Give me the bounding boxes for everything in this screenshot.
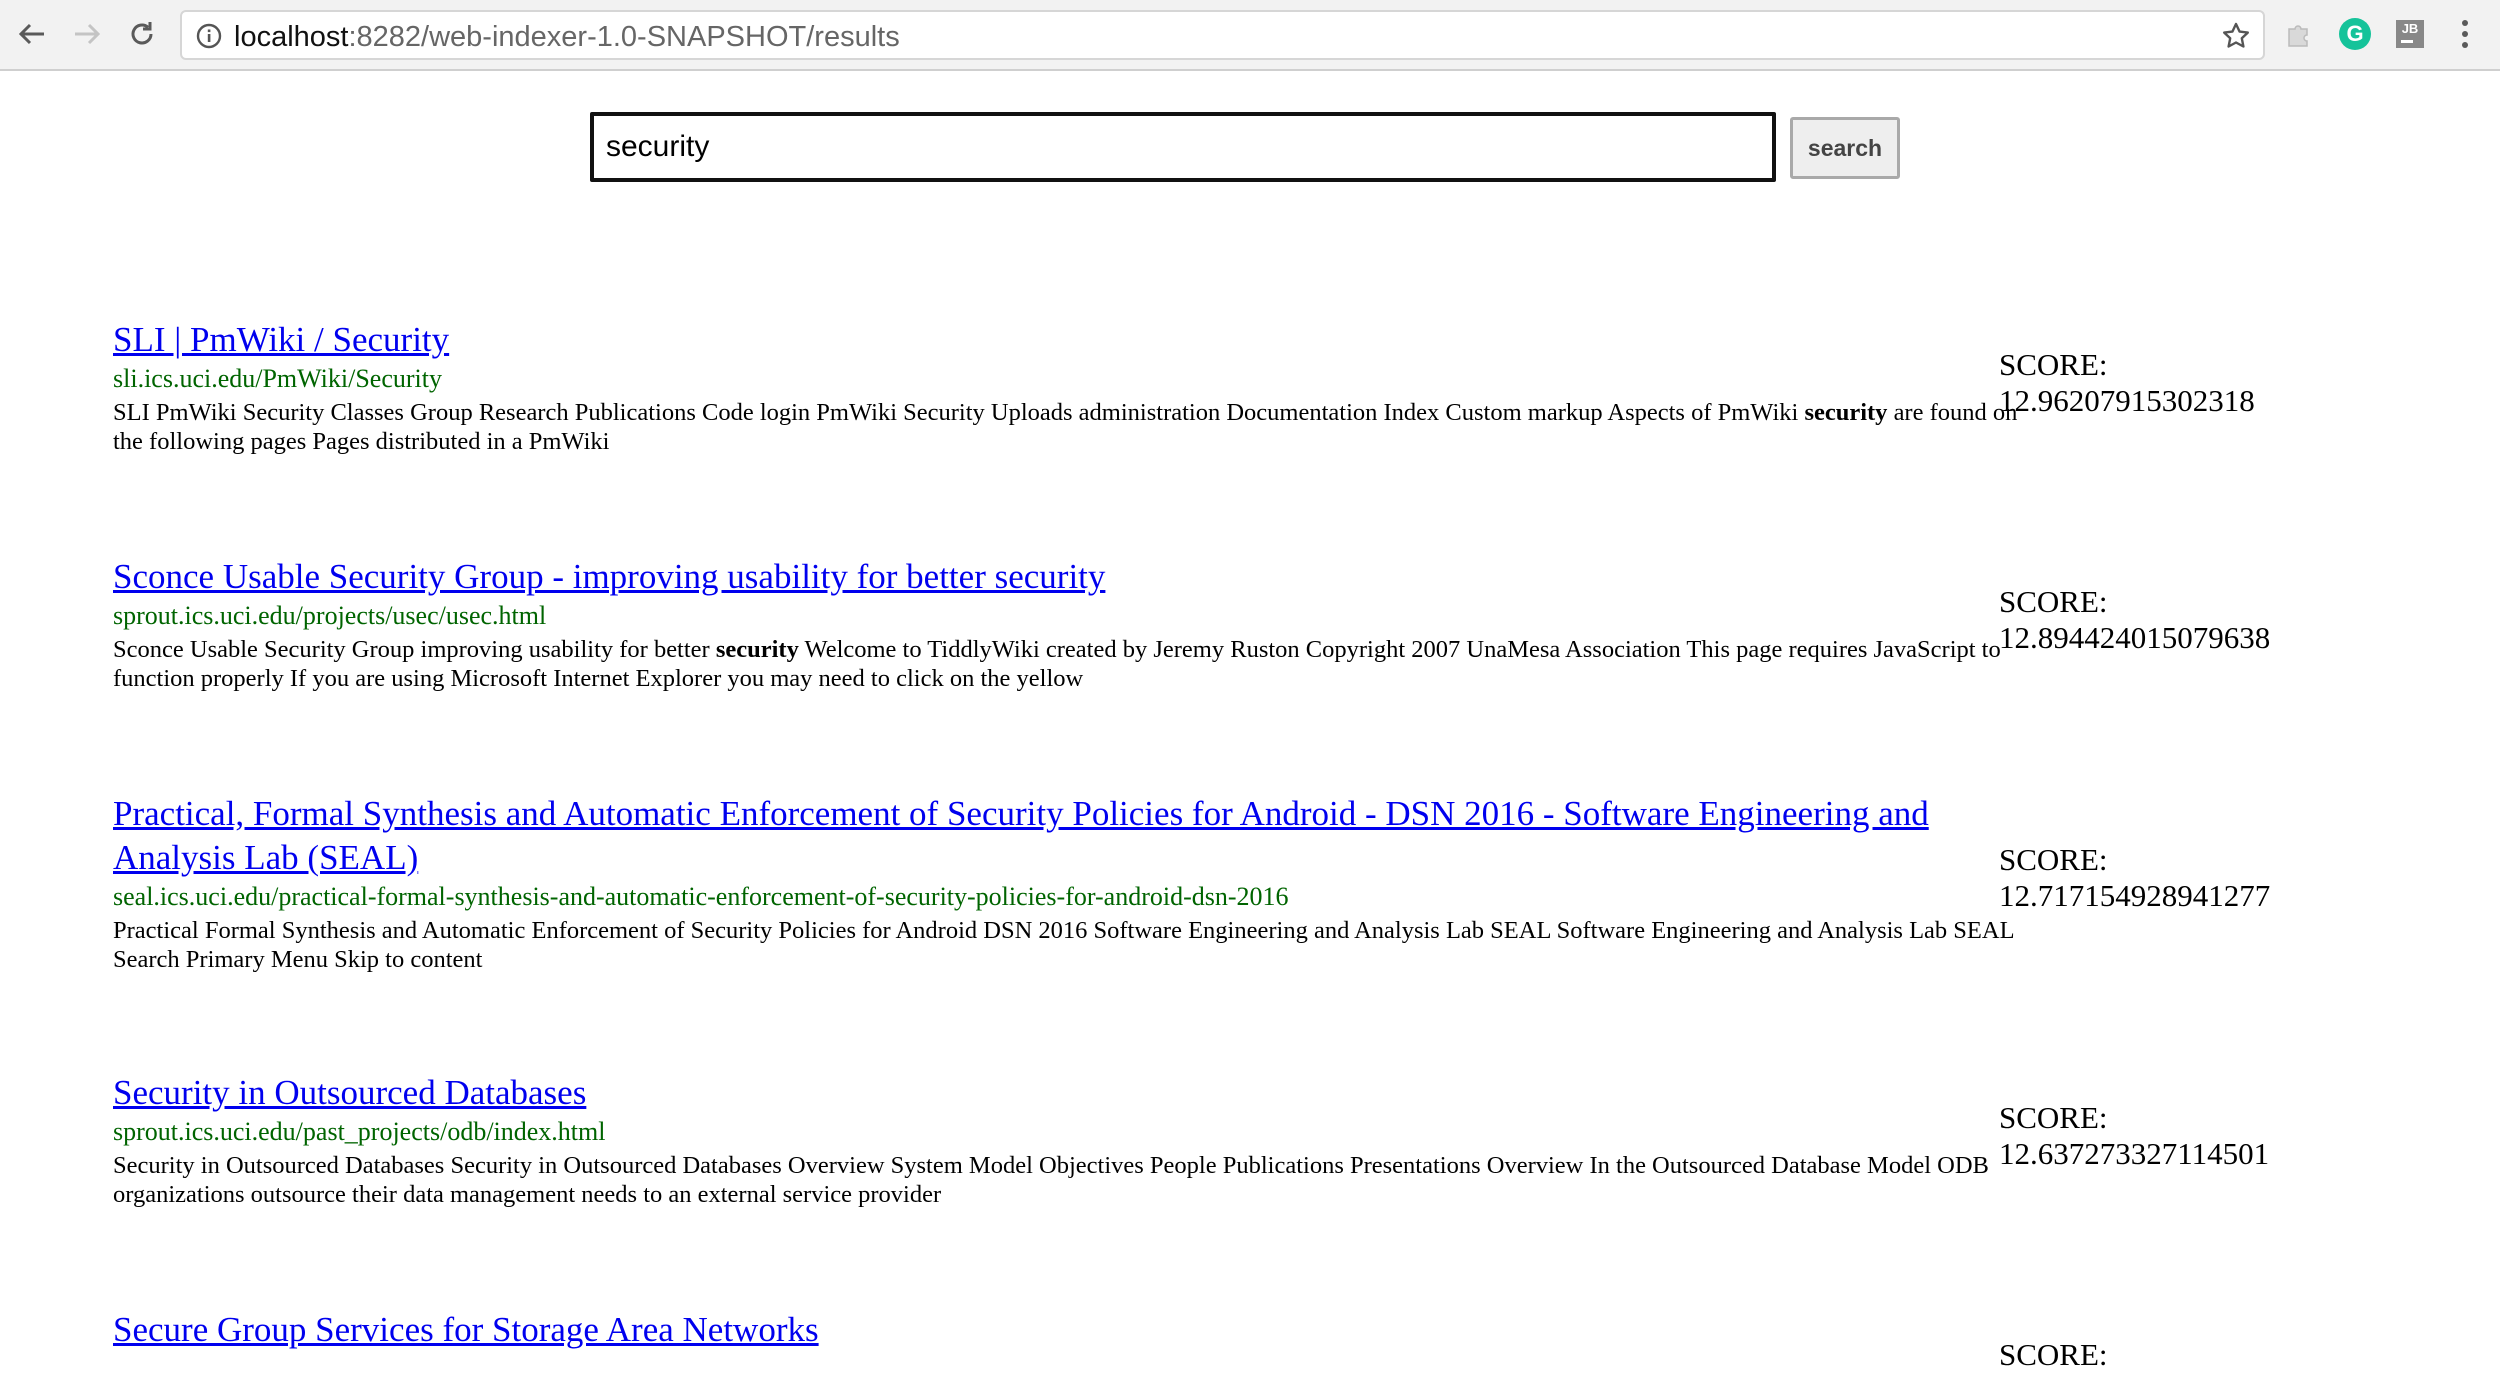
results-list: SLI | PmWiki / Security sli.ics.uci.edu/… — [0, 0, 2500, 1372]
score-value: 12.894424015079638 — [1999, 620, 2271, 655]
score-label: SCORE: — [1999, 1100, 2108, 1135]
result-score: SCORE: — [1999, 1337, 2299, 1373]
result-score: SCORE: 12.717154928941277 — [1999, 842, 2299, 914]
result-score: SCORE: 12.894424015079638 — [1999, 584, 2299, 656]
score-value: 12.96207915302318 — [1999, 383, 2255, 418]
result-title-link[interactable]: Sconce Usable Security Group - improving… — [113, 555, 2013, 599]
result-score: SCORE: 12.637273327114501 — [1999, 1100, 2299, 1172]
score-label: SCORE: — [1999, 842, 2108, 877]
snippet-highlight: security — [715, 636, 799, 663]
snippet-text: SLI PmWiki Security Classes Group Resear… — [113, 399, 1805, 426]
result-snippet: Practical Formal Synthesis and Automatic… — [113, 916, 2033, 974]
result-title-link[interactable]: Practical, Formal Synthesis and Automati… — [113, 792, 2013, 880]
result-title-link[interactable]: Secure Group Services for Storage Area N… — [113, 1308, 2013, 1352]
score-label: SCORE: — [1999, 1337, 2108, 1372]
snippet-highlight: security — [1804, 399, 1888, 426]
result-score: SCORE: 12.96207915302318 — [1999, 347, 2299, 419]
snippet-text: Sconce Usable Security Group improving u… — [113, 636, 716, 663]
result-snippet: SLI PmWiki Security Classes Group Resear… — [113, 398, 2033, 456]
snippet-text: Practical Formal Synthesis and Automatic… — [113, 917, 2014, 973]
score-value: 12.637273327114501 — [1999, 1136, 2270, 1171]
score-value: 12.717154928941277 — [1999, 878, 2271, 913]
result-snippet: Sconce Usable Security Group improving u… — [113, 635, 2033, 693]
result-snippet: Security in Outsourced Databases Securit… — [113, 1151, 2033, 1209]
score-label: SCORE: — [1999, 584, 2108, 619]
result-title-link[interactable]: Security in Outsourced Databases — [113, 1071, 2013, 1115]
score-label: SCORE: — [1999, 347, 2108, 382]
snippet-text: Security in Outsourced Databases Securit… — [113, 1152, 1989, 1208]
result-title-link[interactable]: SLI | PmWiki / Security — [113, 318, 2013, 362]
